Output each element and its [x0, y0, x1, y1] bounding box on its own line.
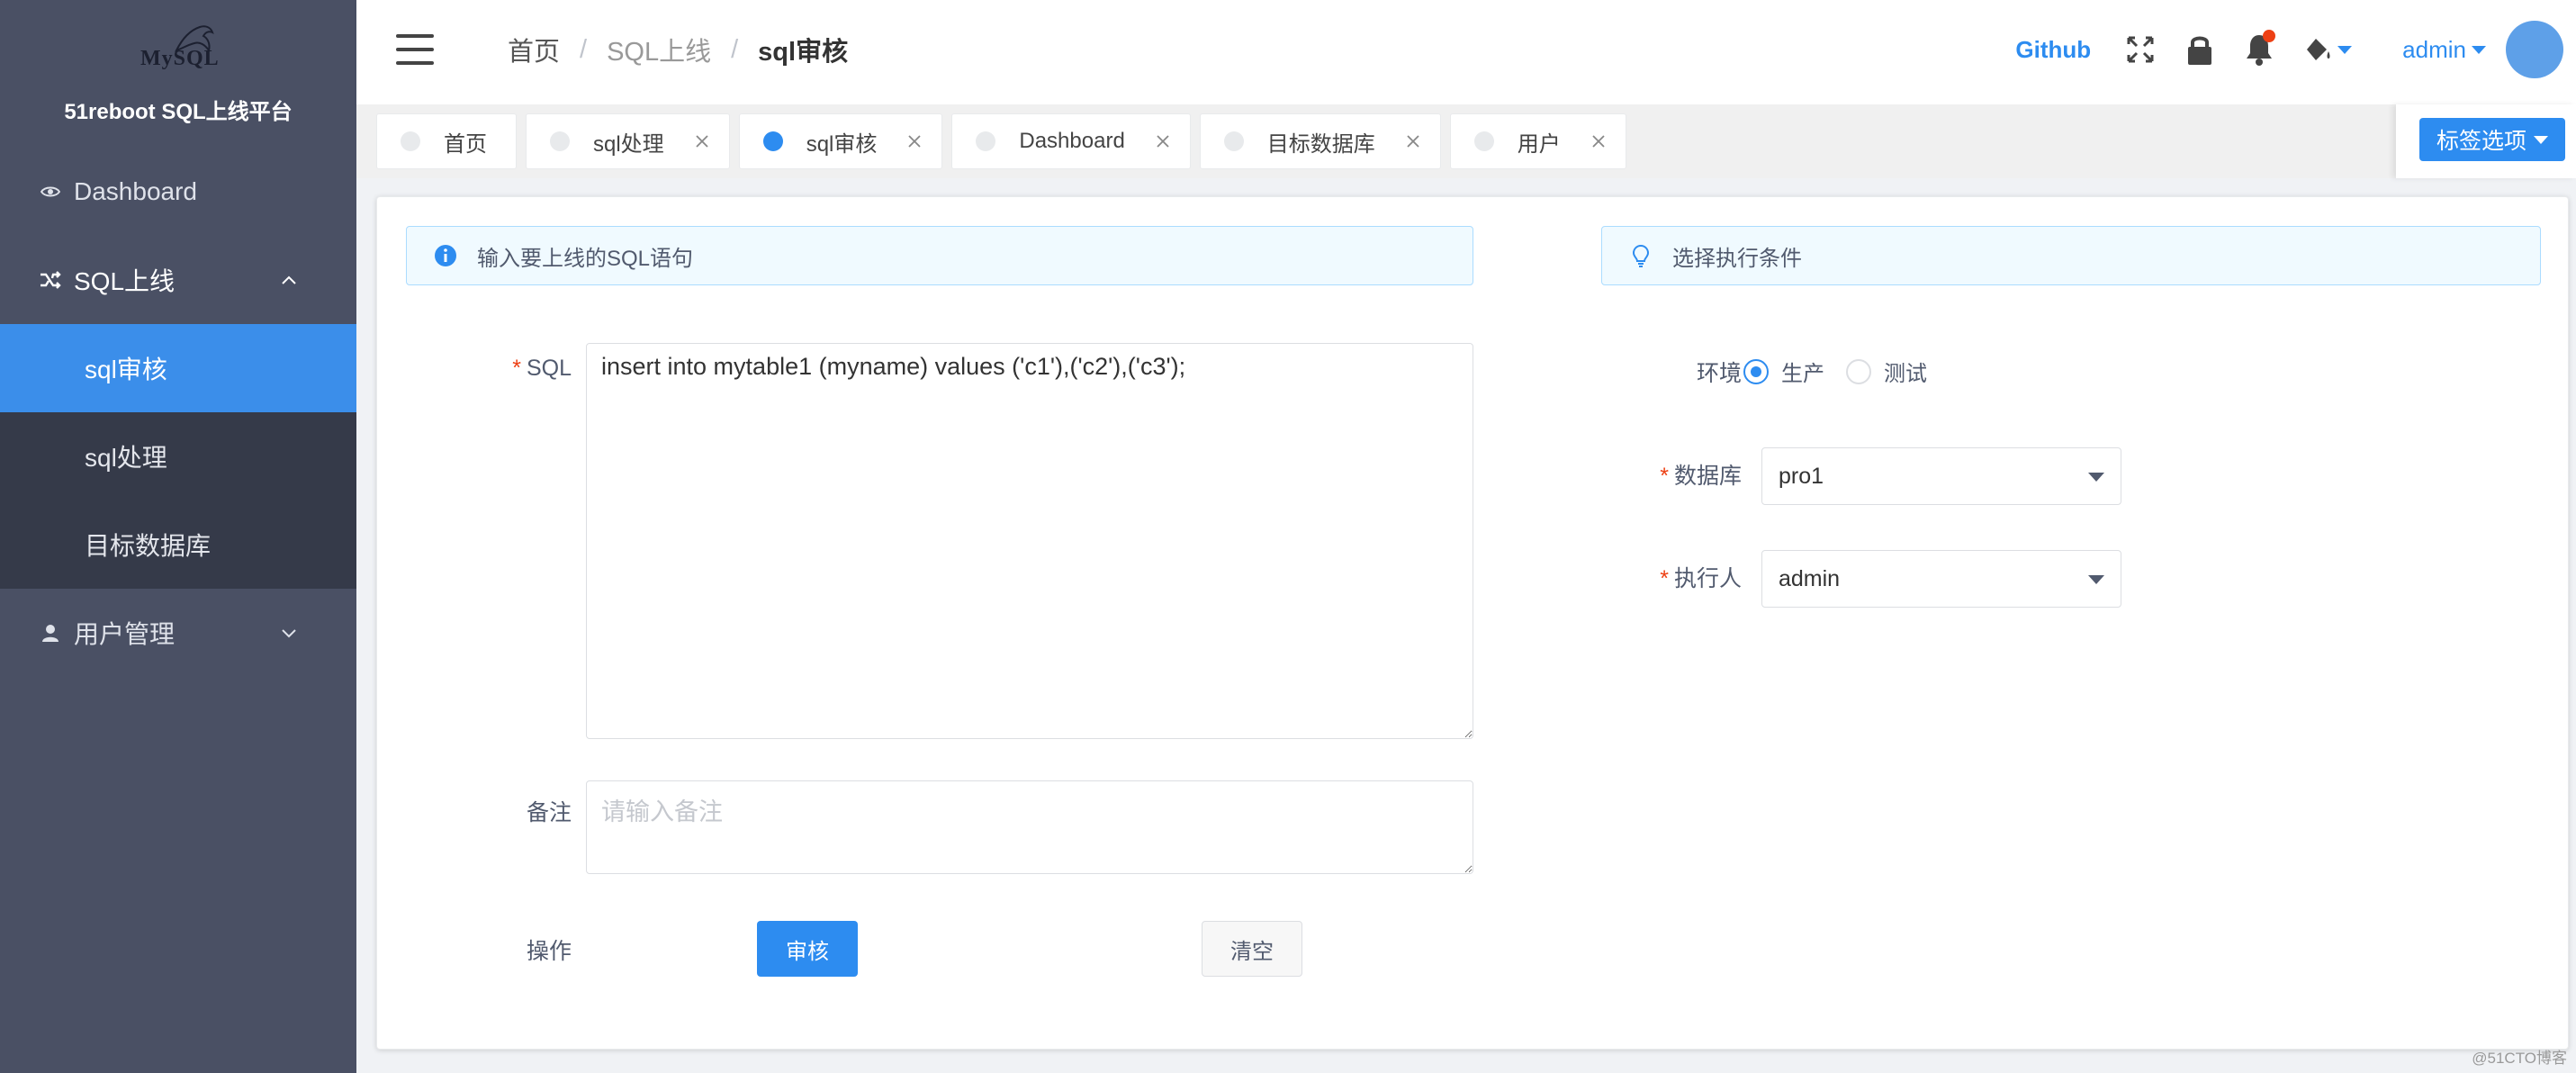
tab-label: Dashboard [1019, 129, 1125, 153]
menu-toggle-icon[interactable] [396, 34, 434, 65]
executor-label: * 执行人 [1660, 566, 1742, 591]
alert-text: 选择执行条件 [1672, 246, 1802, 271]
chevron-down-icon [2088, 575, 2104, 584]
sidebar-item-label: 用户管理 [74, 620, 176, 648]
sql-input-alert: 输入要上线的SQL语句 [406, 226, 1473, 285]
note-textarea[interactable] [586, 780, 1473, 874]
sidebar-menu: Dashboard SQL上线 sql审核 sql处理 目标数据库 用户管理 [0, 148, 356, 677]
close-icon[interactable] [695, 134, 709, 149]
tab-sql-review[interactable]: sql审核 [738, 113, 943, 169]
execution-condition-alert: 选择执行条件 [1601, 226, 2541, 285]
tag-list: 首页 sql处理 sql审核 Dashboard 目标数据库 用户 [376, 113, 1635, 169]
note-label: 备注 [526, 800, 572, 825]
close-icon[interactable] [1591, 134, 1606, 149]
sidebar-item-sql-online[interactable]: SQL上线 [0, 236, 356, 324]
tab-status-dot [550, 131, 570, 151]
user-icon [40, 622, 61, 644]
tab-label: sql处理 [593, 131, 664, 157]
header-actions: Github admin [2015, 0, 2576, 99]
logo-area: MySQL 51reboot SQL上线平台 [0, 0, 356, 148]
lock-icon[interactable] [2182, 32, 2218, 68]
tab-user[interactable]: 用户 [1449, 113, 1626, 169]
env-label: 环境 [1696, 361, 1742, 386]
breadcrumb-current: sql审核 [758, 38, 849, 67]
top-header: 首页 / SQL上线 / sql审核 Github admin [356, 0, 2576, 104]
chevron-down-icon [2472, 45, 2486, 54]
tab-label: sql审核 [806, 131, 878, 157]
sidebar-item-label: Dashboard [74, 177, 197, 205]
user-menu[interactable]: admin [2402, 36, 2486, 64]
breadcrumb-sql-online[interactable]: SQL上线 [607, 31, 711, 68]
clear-button[interactable]: 清空 [1202, 921, 1302, 977]
chevron-up-icon [282, 275, 296, 284]
chevron-down-icon [282, 629, 296, 638]
tab-status-dot [762, 131, 783, 151]
sql-label: * SQL [512, 356, 572, 381]
database-select[interactable]: pro1 [1761, 447, 2121, 505]
env-radio-group: 生产 测试 [1743, 356, 1949, 387]
env-radio-production[interactable]: 生产 [1743, 356, 1824, 387]
tab-target-db[interactable]: 目标数据库 [1199, 113, 1441, 169]
action-label: 操作 [526, 939, 572, 964]
sidebar-item-target-db[interactable]: 目标数据库 [0, 500, 356, 589]
env-radio-test[interactable]: 测试 [1846, 356, 1927, 387]
bell-icon[interactable] [2241, 30, 2277, 68]
info-icon [434, 244, 457, 267]
tab-home[interactable]: 首页 [376, 113, 517, 169]
tab-status-dot [976, 131, 996, 151]
database-label: * 数据库 [1660, 464, 1742, 489]
chevron-down-icon [2088, 473, 2104, 482]
tab-sql-process[interactable]: sql处理 [526, 113, 730, 169]
site-name: 51reboot SQL上线平台 [64, 100, 293, 124]
sidebar-item-sql-review[interactable]: sql审核 [0, 324, 356, 412]
tags-bar: 首页 sql处理 sql审核 Dashboard 目标数据库 用户 标签选项 [356, 104, 2576, 178]
sql-online-submenu: sql审核 sql处理 目标数据库 [0, 324, 356, 589]
logo-text: MySQL [140, 47, 220, 70]
github-link[interactable]: Github [2015, 36, 2091, 64]
breadcrumb: 首页 / SQL上线 / sql审核 [508, 31, 848, 68]
tab-status-dot [401, 131, 420, 151]
sidebar-item-label: sql处理 [85, 444, 167, 472]
sql-review-card: 输入要上线的SQL语句 选择执行条件 * SQL insert into myta… [376, 196, 2569, 1050]
lightbulb-icon [1629, 244, 1653, 267]
close-icon[interactable] [1156, 134, 1170, 149]
shuffle-icon [40, 269, 61, 291]
mysql-logo: MySQL [133, 23, 223, 74]
eye-icon [40, 181, 61, 203]
tag-options-button[interactable]: 标签选项 [2419, 118, 2565, 161]
avatar[interactable] [2506, 21, 2563, 78]
executor-select[interactable]: admin [1761, 550, 2121, 608]
tab-status-dot [1473, 131, 1494, 151]
fullscreen-icon[interactable] [2122, 32, 2158, 68]
breadcrumb-home[interactable]: 首页 [508, 31, 560, 68]
close-icon[interactable] [1406, 134, 1420, 149]
tab-label: 首页 [444, 131, 487, 157]
chevron-down-icon [2534, 135, 2548, 144]
sidebar-item-sql-process[interactable]: sql处理 [0, 412, 356, 500]
sidebar-item-dashboard[interactable]: Dashboard [0, 148, 356, 236]
sidebar-item-label: 目标数据库 [85, 532, 212, 560]
sidebar-item-label: SQL上线 [74, 267, 176, 295]
tab-label: 目标数据库 [1266, 131, 1375, 157]
tab-label: 用户 [1517, 131, 1561, 157]
tag-options-label: 标签选项 [2436, 129, 2526, 154]
tab-dashboard[interactable]: Dashboard [951, 113, 1191, 169]
theme-paint-icon[interactable] [2301, 32, 2355, 68]
user-name-label: admin [2402, 35, 2466, 63]
tab-status-dot [1223, 131, 1244, 151]
sidebar: MySQL 51reboot SQL上线平台 Dashboard SQL上线 s… [0, 0, 356, 1073]
alert-text: 输入要上线的SQL语句 [477, 246, 694, 271]
review-button[interactable]: 审核 [757, 921, 858, 977]
sidebar-item-label: sql审核 [85, 356, 167, 383]
watermark: @51CTO博客 [2472, 1050, 2567, 1067]
sidebar-item-user-management[interactable]: 用户管理 [0, 589, 356, 677]
sql-textarea[interactable]: insert into mytable1 (myname) values ('c… [586, 343, 1473, 739]
tag-options-area: 标签选项 [2396, 104, 2576, 178]
executor-select-value: admin [1779, 565, 1841, 591]
database-select-value: pro1 [1779, 463, 1824, 489]
close-icon[interactable] [907, 134, 922, 149]
